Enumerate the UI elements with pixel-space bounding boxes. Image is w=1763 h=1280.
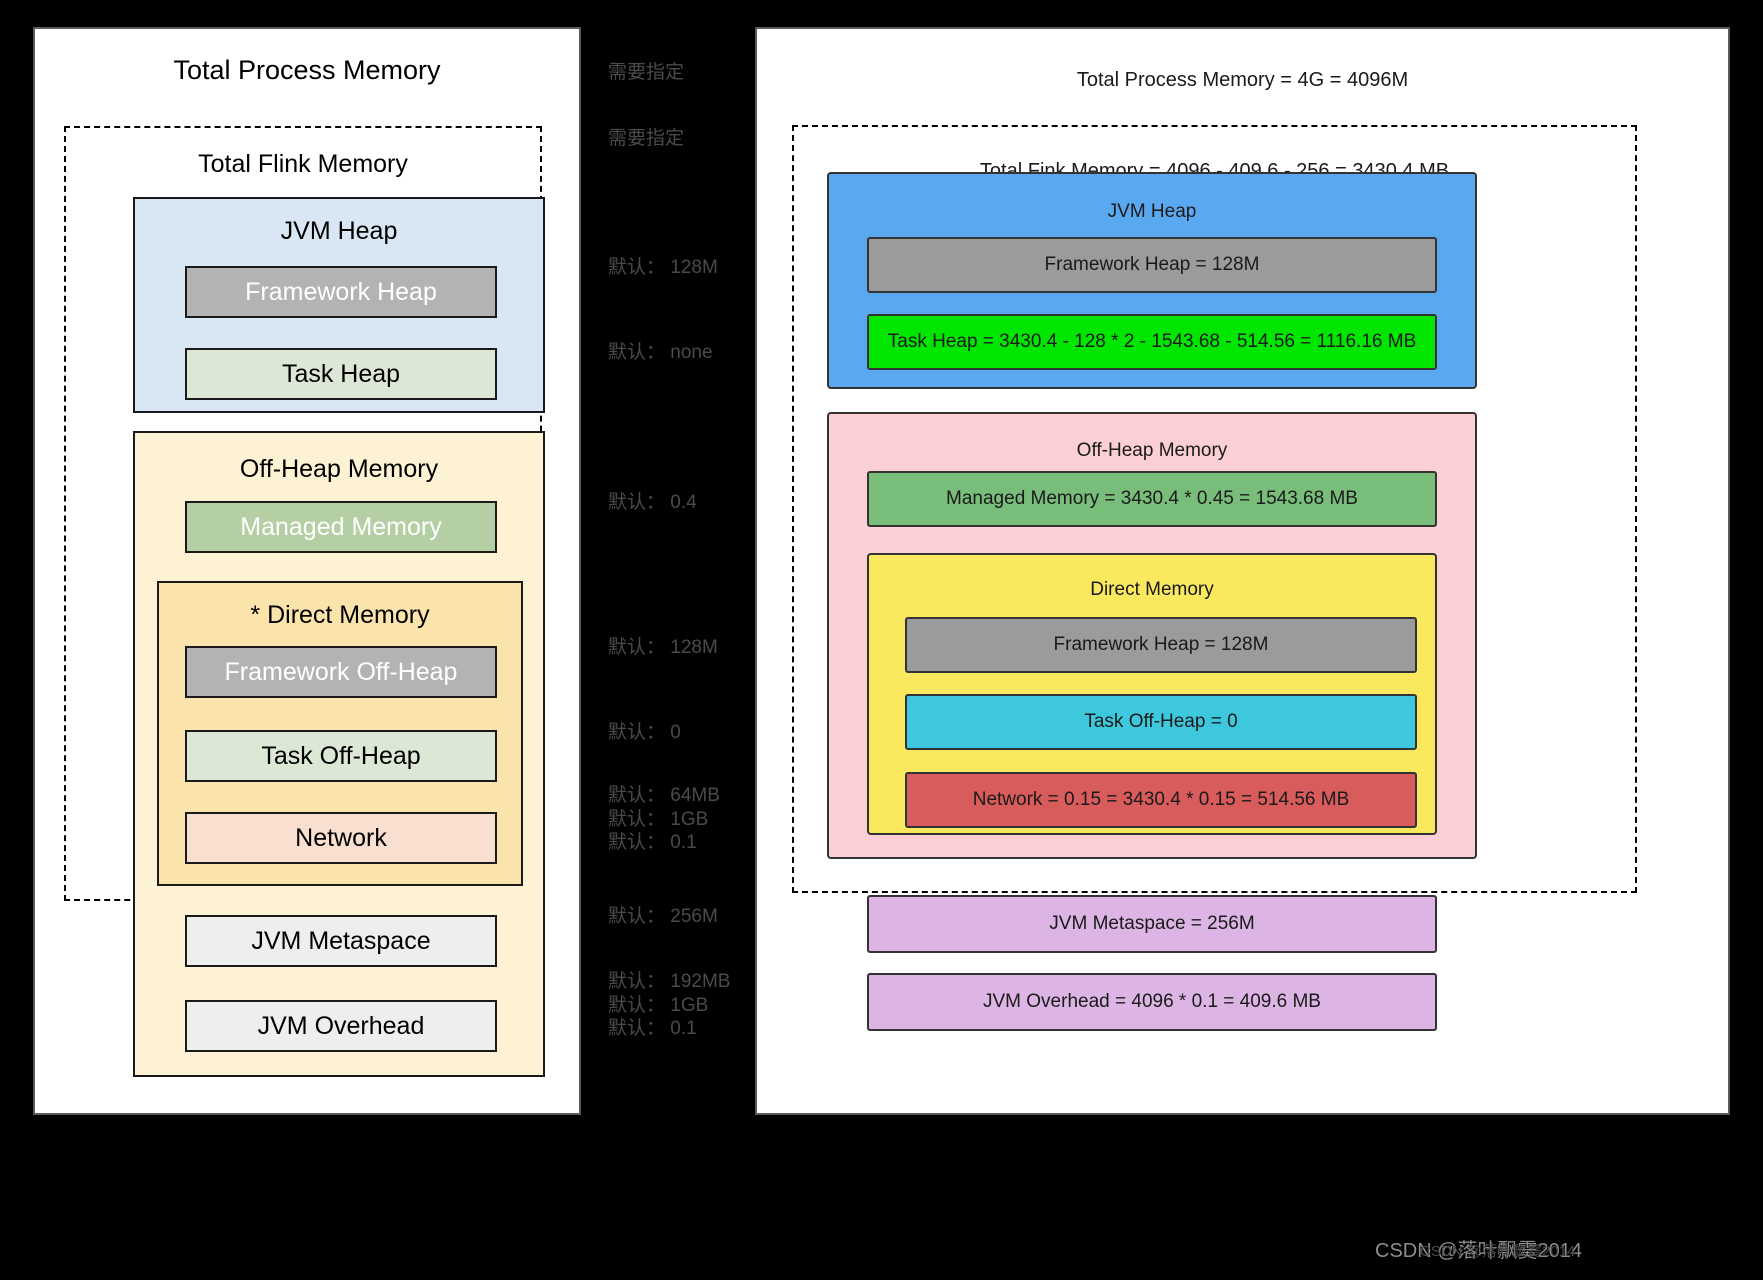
left-task-off-heap-box: Task Off-Heap: [185, 730, 497, 782]
left-task-heap-box: Task Heap: [185, 348, 497, 400]
left-network-box: Network: [185, 812, 497, 864]
note-item: 默认： 128M: [608, 257, 718, 278]
right-network-label: Network = 0.15 = 3430.4 * 0.15 = 514.56 …: [972, 789, 1350, 810]
left-total-flink-memory-label: Total Flink Memory: [198, 150, 408, 178]
right-task-off-heap-box: Task Off-Heap = 0: [905, 694, 1417, 750]
right-framework-off-heap-box: Framework Heap = 128M: [905, 617, 1417, 673]
left-task-heap-label: Task Heap: [281, 359, 401, 388]
right-framework-off-heap-label: Framework Heap = 128M: [1053, 634, 1269, 655]
right-off-heap-label: Off-Heap Memory: [1076, 440, 1228, 461]
left-direct-memory-label: * Direct Memory: [250, 601, 430, 629]
csdn-watermark: CSDN @落叶飘霙2014 CSDN @落叶飘霙2014: [1375, 1234, 1582, 1263]
left-jvm-metaspace-label: JVM Metaspace: [251, 926, 431, 955]
left-jvm-heap-label: JVM Heap: [280, 217, 398, 245]
note-item: 默认： 0: [608, 722, 681, 743]
left-framework-heap-box: Framework Heap: [185, 266, 497, 318]
default-values-note-column: 需要指定 需要指定 默认： 128M 默认： none 默认： 0.4 默认： …: [608, 0, 758, 1280]
right-framework-heap-box: Framework Heap = 128M: [867, 237, 1437, 293]
right-task-off-heap-label: Task Off-Heap = 0: [1084, 711, 1238, 732]
left-off-heap-label: Off-Heap Memory: [239, 455, 439, 483]
left-panel-title: Total Process Memory: [173, 55, 441, 85]
left-framework-off-heap-box: Framework Off-Heap: [185, 646, 497, 698]
note-item: 默认： 192MB: [608, 971, 731, 992]
note-item: 默认： 0.1: [608, 832, 697, 853]
right-diagram-panel: Total Process Memory = 4G = 4096M Total …: [755, 27, 1730, 1115]
left-jvm-overhead-box: JVM Overhead: [185, 1000, 497, 1052]
right-network-box: Network = 0.15 = 3430.4 * 0.15 = 514.56 …: [905, 772, 1417, 828]
left-jvm-metaspace-box: JVM Metaspace: [185, 915, 497, 967]
right-framework-heap-label: Framework Heap = 128M: [1044, 254, 1260, 275]
note-item: 默认： 0.4: [608, 492, 697, 513]
right-managed-memory-label: Managed Memory = 3430.4 * 0.45 = 1543.68…: [946, 488, 1358, 509]
note-item: 默认： 64MB: [608, 785, 720, 806]
right-jvm-heap-label: JVM Heap: [1107, 201, 1197, 222]
right-managed-memory-box: Managed Memory = 3430.4 * 0.45 = 1543.68…: [867, 471, 1437, 527]
left-framework-heap-label: Framework Heap: [245, 277, 437, 306]
right-task-heap-box: Task Heap = 3430.4 - 128 * 2 - 1543.68 -…: [867, 314, 1437, 370]
left-diagram-panel: Total Process Memory Total Flink Memory …: [33, 27, 581, 1115]
note-item: 默认： 128M: [608, 637, 718, 658]
left-network-label: Network: [295, 823, 387, 852]
right-panel-title: Total Process Memory = 4G = 4096M: [1076, 69, 1409, 91]
left-managed-memory-label: Managed Memory: [240, 512, 442, 541]
right-jvm-overhead-label: JVM Overhead = 4096 * 0.1 = 409.6 MB: [983, 991, 1321, 1012]
note-item: 需要指定: [608, 62, 685, 83]
left-managed-memory-box: Managed Memory: [185, 501, 497, 553]
note-item: 需要指定: [608, 128, 685, 149]
right-direct-memory-label: Direct Memory: [1090, 579, 1214, 600]
left-task-off-heap-label: Task Off-Heap: [261, 741, 421, 770]
right-task-heap-label: Task Heap = 3430.4 - 128 * 2 - 1543.68 -…: [887, 331, 1417, 352]
note-item: 默认： none: [608, 342, 713, 363]
watermark-shadow-text: CSDN @落叶飘霙2014: [1420, 1243, 1576, 1260]
right-jvm-overhead-box: JVM Overhead = 4096 * 0.1 = 409.6 MB: [867, 973, 1437, 1031]
left-framework-off-heap-label: Framework Off-Heap: [224, 657, 458, 686]
note-item: 默认： 256M: [608, 906, 718, 927]
right-jvm-metaspace-box: JVM Metaspace = 256M: [867, 895, 1437, 953]
note-item: 默认： 0.1: [608, 1018, 697, 1039]
right-jvm-metaspace-label: JVM Metaspace = 256M: [1049, 913, 1255, 934]
left-jvm-overhead-label: JVM Overhead: [257, 1011, 425, 1040]
